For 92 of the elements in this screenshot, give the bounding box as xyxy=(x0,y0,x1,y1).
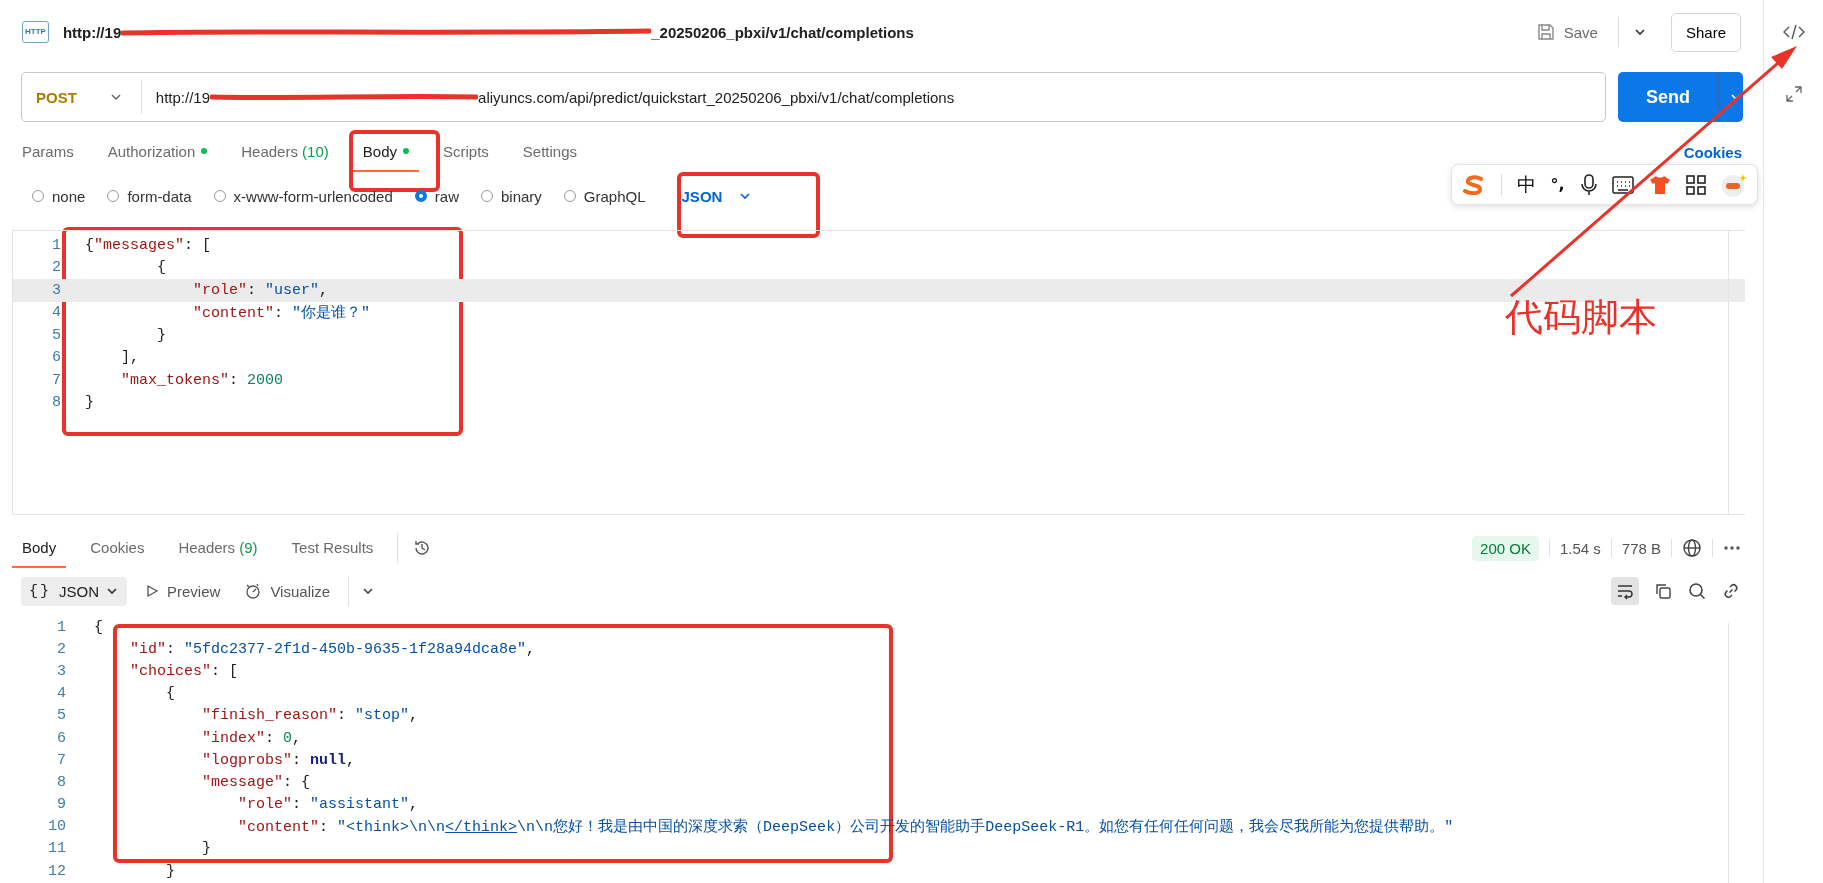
line-number: 11 xyxy=(47,840,67,858)
code-line: { xyxy=(165,685,175,703)
keyboard-icon[interactable] xyxy=(1612,175,1635,194)
body-type-radio[interactable]: form-data xyxy=(107,187,192,205)
code-icon[interactable] xyxy=(1782,23,1805,41)
request-tab[interactable]: Scripts xyxy=(433,132,499,172)
line-number: 6 xyxy=(56,729,67,747)
format-dropdown[interactable]: JSON xyxy=(675,186,759,206)
line-number: 2 xyxy=(56,640,67,658)
body-type-radio[interactable]: raw xyxy=(414,187,459,205)
url-text: aliyuncs.com/api/predict/quickstart_20250206_pbxi/v1/chat/completions xyxy=(478,88,955,106)
grid-icon[interactable] xyxy=(1686,174,1707,195)
line-number: 9 xyxy=(56,796,67,814)
code-line: } xyxy=(165,862,175,880)
body-type-radio[interactable]: none xyxy=(32,187,86,205)
line-number: 7 xyxy=(51,371,62,389)
code-line: "role": "assistant", xyxy=(237,796,419,814)
gauge-icon xyxy=(244,582,263,600)
code-line: { xyxy=(156,259,166,277)
code-line: ], xyxy=(120,349,139,367)
request-tab[interactable]: Params xyxy=(12,132,84,172)
share-button[interactable]: Share xyxy=(1670,12,1741,52)
input-mode-toggle[interactable]: 中 xyxy=(1516,171,1536,198)
code-line: "content": "你是谁？" xyxy=(192,303,371,323)
code-line: "finish_reason": "stop", xyxy=(201,707,419,725)
body-type-radio[interactable]: binary xyxy=(480,187,542,205)
cookies-link[interactable]: Cookies xyxy=(1683,143,1742,161)
line-number: 8 xyxy=(56,773,67,791)
response-tab[interactable]: Test Results xyxy=(281,528,384,568)
response-time: 1.54 s xyxy=(1559,539,1601,557)
request-tab[interactable]: Authorization xyxy=(97,132,218,172)
response-tab[interactable]: Body xyxy=(12,528,67,568)
link-icon[interactable] xyxy=(1721,581,1741,601)
line-number: 1 xyxy=(51,236,62,254)
body-type-radio[interactable]: GraphQL xyxy=(563,187,646,205)
line-number: 12 xyxy=(47,862,67,880)
url-text: http://19 xyxy=(155,88,211,106)
line-number: 4 xyxy=(51,304,62,322)
logo-icon[interactable] xyxy=(1462,174,1486,195)
wrap-lines-icon[interactable] xyxy=(1611,577,1639,605)
line-number: 2 xyxy=(51,259,62,277)
punctuation-toggle[interactable]: °, xyxy=(1550,175,1565,194)
microphone-icon[interactable] xyxy=(1579,173,1598,196)
save-button[interactable]: Save xyxy=(1529,21,1604,43)
code-line: "logprobs": null, xyxy=(201,751,356,769)
response-tab[interactable]: Cookies xyxy=(80,528,155,568)
copy-icon[interactable] xyxy=(1653,581,1673,601)
visualize-button[interactable]: Visualize xyxy=(238,576,337,606)
method-dropdown[interactable]: POST xyxy=(22,80,142,114)
line-number: 5 xyxy=(51,326,62,344)
code-line: } xyxy=(85,394,94,412)
annotation-label: 代码脚本 xyxy=(1505,294,1657,341)
globe-icon[interactable] xyxy=(1682,538,1702,558)
line-number: 7 xyxy=(56,751,67,769)
code-line: "choices": [ xyxy=(129,662,239,680)
save-icon xyxy=(1535,22,1556,42)
request-tab[interactable]: Body xyxy=(352,132,419,172)
line-number: 3 xyxy=(51,281,62,299)
code-line: { xyxy=(94,618,103,636)
request-tab[interactable]: Headers (10) xyxy=(231,132,339,172)
line-number: 1 xyxy=(56,618,67,636)
line-number: 8 xyxy=(51,394,62,412)
response-size: 778 B xyxy=(1621,539,1661,557)
url-bar[interactable]: POST http://19 aliyuncs.com/api/predict/quickstart_20250206_pbxi/v1/chat/completions xyxy=(21,72,1606,122)
code-line: "message": { xyxy=(201,773,311,791)
code-line: "index": 0, xyxy=(201,729,302,747)
code-line: } xyxy=(201,840,212,858)
format-dropdown[interactable]: {} JSON xyxy=(21,576,128,606)
code-line: "id": "5fdc2377-2f1d-450b-9635-1f28a94dca8e", xyxy=(129,640,536,658)
send-button[interactable]: Send xyxy=(1618,72,1743,122)
code-line: "max_tokens": 2000 xyxy=(120,371,284,389)
status-badge: 200 OK xyxy=(1472,535,1539,561)
line-number: 6 xyxy=(51,349,62,367)
code-line: {"messages": [ xyxy=(85,236,212,254)
collapse-icon[interactable] xyxy=(1784,85,1803,103)
line-number: 4 xyxy=(56,685,67,703)
line-number: 3 xyxy=(56,662,67,680)
response-tab[interactable]: Headers (9) xyxy=(168,528,268,568)
preview-button[interactable]: Preview xyxy=(139,576,227,606)
request-title: _20250206_pbxi/v1/chat/completions xyxy=(651,23,914,41)
search-icon[interactable] xyxy=(1687,581,1707,601)
request-title: http://19 xyxy=(62,23,122,41)
code-line: } xyxy=(156,326,166,344)
request-tab[interactable]: Settings xyxy=(512,132,588,172)
more-icon[interactable] xyxy=(1723,545,1741,551)
line-number: 5 xyxy=(56,707,67,725)
body-type-radio[interactable]: x-www-form-urlencoded xyxy=(213,187,393,205)
shirt-icon[interactable] xyxy=(1649,174,1672,195)
line-number: 10 xyxy=(47,818,67,836)
http-icon: HTTP xyxy=(22,21,49,43)
play-icon xyxy=(145,584,160,598)
code-line: "role": "user", xyxy=(192,281,329,299)
